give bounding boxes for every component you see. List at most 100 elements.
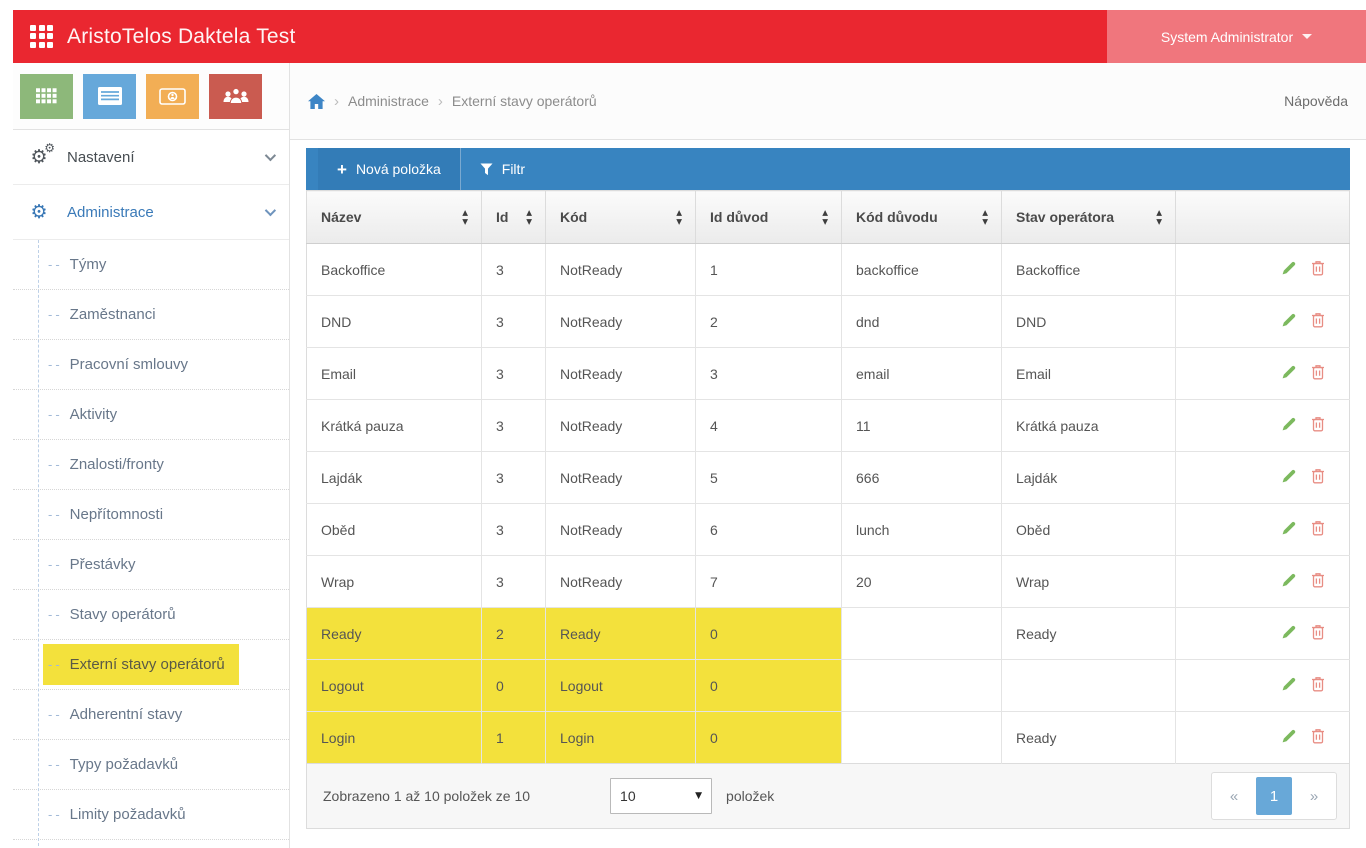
trash-icon: [1311, 676, 1325, 692]
sidebar-item-pracovn-smlouvy[interactable]: --Pracovní smlouvy: [13, 340, 289, 390]
sort-icon[interactable]: ▲▼: [982, 209, 988, 225]
tree-dash: --: [48, 557, 63, 572]
sidebar-group-label: Administrace: [67, 204, 154, 221]
table-cell: 3: [696, 348, 842, 400]
pencil-icon: [1281, 260, 1297, 276]
breadcrumb-separator: ›: [334, 93, 339, 110]
sidebar-item-zam-stnanci[interactable]: --Zaměstnanci: [13, 290, 289, 340]
delete-button[interactable]: [1311, 520, 1325, 539]
sidebar-submenu: --Týmy--Zaměstnanci--Pracovní smlouvy--A…: [13, 240, 289, 840]
sidebar-group-administrace[interactable]: ⚙ Administrace: [13, 185, 289, 240]
edit-button[interactable]: [1281, 728, 1297, 747]
column-header[interactable]: Kód důvodu▲▼: [842, 191, 1002, 244]
page-size-select[interactable]: 10 ▼: [610, 778, 712, 814]
money-app-button[interactable]: [146, 74, 199, 119]
edit-button[interactable]: [1281, 624, 1297, 643]
page-size-suffix: položek: [726, 788, 774, 804]
sidebar-item-limity-po-adavk-[interactable]: --Limity požadavků: [13, 790, 289, 840]
table-grid-icon: [36, 88, 57, 104]
home-icon[interactable]: [308, 94, 325, 109]
edit-button[interactable]: [1281, 416, 1297, 435]
table-cell: Ready: [546, 608, 696, 660]
users-app-button[interactable]: [209, 74, 262, 119]
column-header[interactable]: Kód▲▼: [546, 191, 696, 244]
edit-button[interactable]: [1281, 364, 1297, 383]
delete-button[interactable]: [1311, 468, 1325, 487]
next-page-button[interactable]: »: [1296, 777, 1332, 815]
column-header[interactable]: Id▲▼: [482, 191, 546, 244]
tree-dash: --: [48, 807, 63, 822]
prev-page-button[interactable]: «: [1216, 777, 1252, 815]
sidebar-item-label: Přestávky: [70, 556, 136, 573]
delete-button[interactable]: [1311, 624, 1325, 643]
help-link[interactable]: Nápověda: [1284, 93, 1348, 109]
edit-button[interactable]: [1281, 676, 1297, 695]
delete-button[interactable]: [1311, 312, 1325, 331]
pencil-icon: [1281, 728, 1297, 744]
table-cell: Oběd: [307, 504, 482, 556]
column-header[interactable]: Id důvod▲▼: [696, 191, 842, 244]
table-row: DND3NotReady2dndDND: [307, 296, 1350, 348]
table-cell: 3: [482, 348, 546, 400]
sidebar-item-t-my[interactable]: --Týmy: [13, 240, 289, 290]
sidebar-item-stavy-oper-tor-[interactable]: --Stavy operátorů: [13, 590, 289, 640]
breadcrumb: › Administrace › Externí stavy operátorů…: [290, 63, 1366, 140]
caret-down-icon: [1302, 34, 1312, 39]
edit-button[interactable]: [1281, 572, 1297, 591]
user-menu-dropdown[interactable]: System Administrator: [1107, 10, 1366, 63]
pencil-icon: [1281, 312, 1297, 328]
trash-icon: [1311, 468, 1325, 484]
page-1-button[interactable]: 1: [1256, 777, 1292, 815]
sidebar-item-label: Adherentní stavy: [70, 706, 183, 723]
tree-dash: --: [48, 407, 63, 422]
filter-button[interactable]: Filtr: [461, 148, 544, 190]
table-cell: Login: [307, 712, 482, 764]
users-group-icon: [223, 87, 249, 106]
sidebar-item-p-est-vky[interactable]: -- Přestávky: [13, 540, 289, 590]
delete-button[interactable]: [1311, 728, 1325, 747]
data-table: Název▲▼Id▲▼Kód▲▼Id důvod▲▼Kód důvodu▲▼St…: [306, 190, 1350, 764]
table-row: Lajdák3NotReady5666Lajdák: [307, 452, 1350, 504]
table-cell: NotReady: [546, 452, 696, 504]
pencil-icon: [1281, 676, 1297, 692]
breadcrumb-item-current: Externí stavy operátorů: [452, 93, 597, 109]
sort-icon[interactable]: ▲▼: [1156, 209, 1162, 225]
sidebar-item-nep-tomnosti[interactable]: --Nepřítomnosti: [13, 490, 289, 540]
table-cell: lunch: [842, 504, 1002, 556]
sidebar-item-label: Týmy: [70, 256, 107, 273]
row-actions: [1176, 660, 1350, 712]
delete-button[interactable]: [1311, 416, 1325, 435]
sidebar-item-aktivity[interactable]: --Aktivity: [13, 390, 289, 440]
table-cell: 3: [482, 504, 546, 556]
sidebar-item-znalosti-fronty[interactable]: --Znalosti/fronty: [13, 440, 289, 490]
sort-icon[interactable]: ▲▼: [676, 209, 682, 225]
sidebar-item-adherentn-stavy[interactable]: --Adherentní stavy: [13, 690, 289, 740]
edit-button[interactable]: [1281, 468, 1297, 487]
list-app-button[interactable]: [83, 74, 136, 119]
edit-button[interactable]: [1281, 520, 1297, 539]
column-header[interactable]: Název▲▼: [307, 191, 482, 244]
edit-button[interactable]: [1281, 312, 1297, 331]
delete-button[interactable]: [1311, 364, 1325, 383]
table-cell: 666: [842, 452, 1002, 504]
table-row: Backoffice3NotReady1backofficeBackoffice: [307, 244, 1350, 296]
sidebar-item-typy-po-adavk-[interactable]: --Typy požadavků: [13, 740, 289, 790]
grid-app-button[interactable]: [20, 74, 73, 119]
edit-button[interactable]: [1281, 260, 1297, 279]
tree-dash: --: [48, 607, 63, 622]
delete-button[interactable]: [1311, 260, 1325, 279]
table-toolbar: + Nová položka Filtr: [306, 148, 1350, 190]
delete-button[interactable]: [1311, 572, 1325, 591]
table-cell: Wrap: [307, 556, 482, 608]
breadcrumb-item-administrace[interactable]: Administrace: [348, 93, 429, 109]
new-item-button[interactable]: + Nová položka: [318, 148, 461, 190]
sort-icon[interactable]: ▲▼: [822, 209, 828, 225]
column-header[interactable]: Stav operátora▲▼: [1002, 191, 1176, 244]
sidebar-item-extern-stavy-oper-tor-[interactable]: --Externí stavy operátorů: [13, 640, 289, 690]
sort-icon[interactable]: ▲▼: [462, 209, 468, 225]
sort-icon[interactable]: ▲▼: [526, 209, 532, 225]
delete-button[interactable]: [1311, 676, 1325, 695]
sidebar-group-nastaveni[interactable]: ⚙⚙ Nastavení: [13, 130, 289, 185]
table-row: Wrap3NotReady720Wrap: [307, 556, 1350, 608]
gear-icon: ⚙: [24, 201, 54, 223]
